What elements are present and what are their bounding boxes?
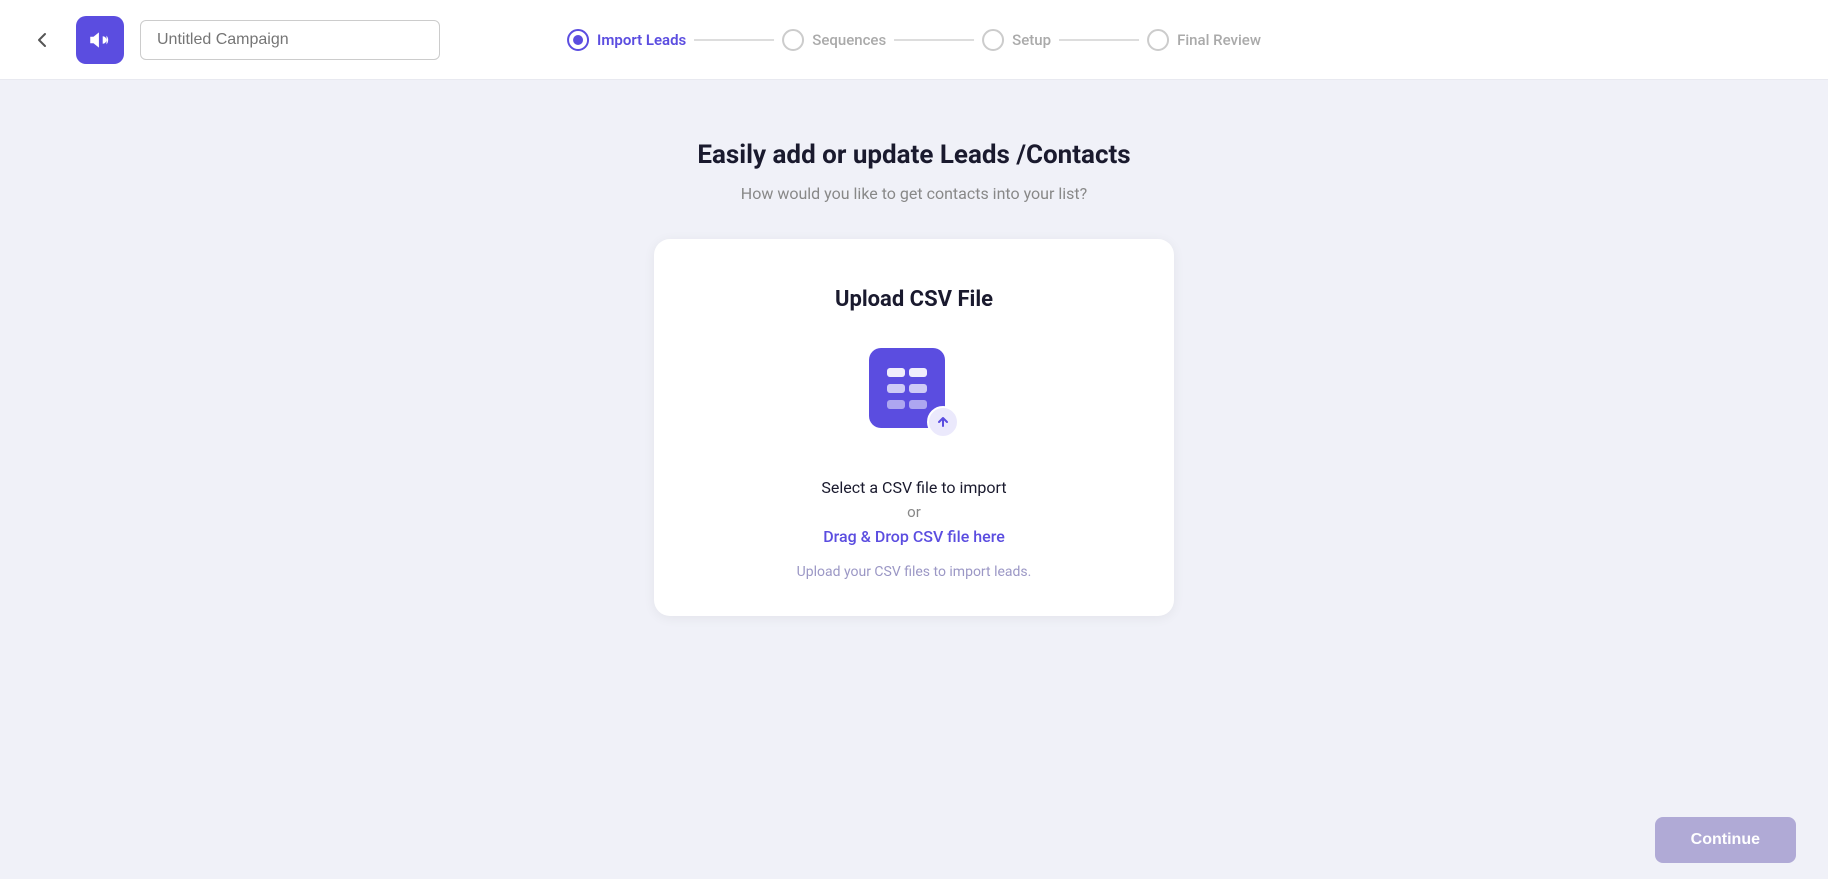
step-label-final-review: Final Review <box>1177 31 1261 49</box>
upload-hint: Upload your CSV files to import leads. <box>797 564 1032 580</box>
upload-card[interactable]: Upload CSV File <box>654 239 1174 616</box>
step-circle-import-leads <box>567 29 589 51</box>
step-label-sequences: Sequences <box>812 31 886 49</box>
step-line-3 <box>1059 39 1139 41</box>
step-circle-setup <box>982 29 1004 51</box>
step-label-import-leads: Import Leads <box>597 31 686 49</box>
footer: Continue <box>0 801 1828 879</box>
step-setup: Setup <box>982 29 1051 51</box>
or-text: or <box>907 503 921 521</box>
step-line-2 <box>894 39 974 41</box>
step-circle-sequences <box>782 29 804 51</box>
main-content: Easily add or update Leads /Contacts How… <box>0 80 1828 696</box>
app-logo <box>76 16 124 64</box>
stepper: Import Leads Sequences Setup Final Revie… <box>567 29 1261 51</box>
drag-drop-text: Drag & Drop CSV file here <box>823 527 1005 546</box>
select-file-text: Select a CSV file to import <box>821 478 1006 497</box>
campaign-name-input[interactable] <box>140 20 440 60</box>
header-left <box>24 16 440 64</box>
step-circle-final-review <box>1147 29 1169 51</box>
upload-icon-area <box>869 348 959 438</box>
continue-button[interactable]: Continue <box>1655 817 1796 863</box>
step-final-review: Final Review <box>1147 29 1261 51</box>
page-title: Easily add or update Leads /Contacts <box>697 140 1130 170</box>
upload-arrow-icon <box>927 406 959 438</box>
header: Import Leads Sequences Setup Final Revie… <box>0 0 1828 80</box>
page-subtitle: How would you like to get contacts into … <box>741 184 1087 203</box>
step-line-1 <box>694 39 774 41</box>
upload-card-title: Upload CSV File <box>835 287 993 312</box>
step-label-setup: Setup <box>1012 31 1051 49</box>
step-import-leads: Import Leads <box>567 29 686 51</box>
step-sequences: Sequences <box>782 29 886 51</box>
back-button[interactable] <box>24 22 60 58</box>
